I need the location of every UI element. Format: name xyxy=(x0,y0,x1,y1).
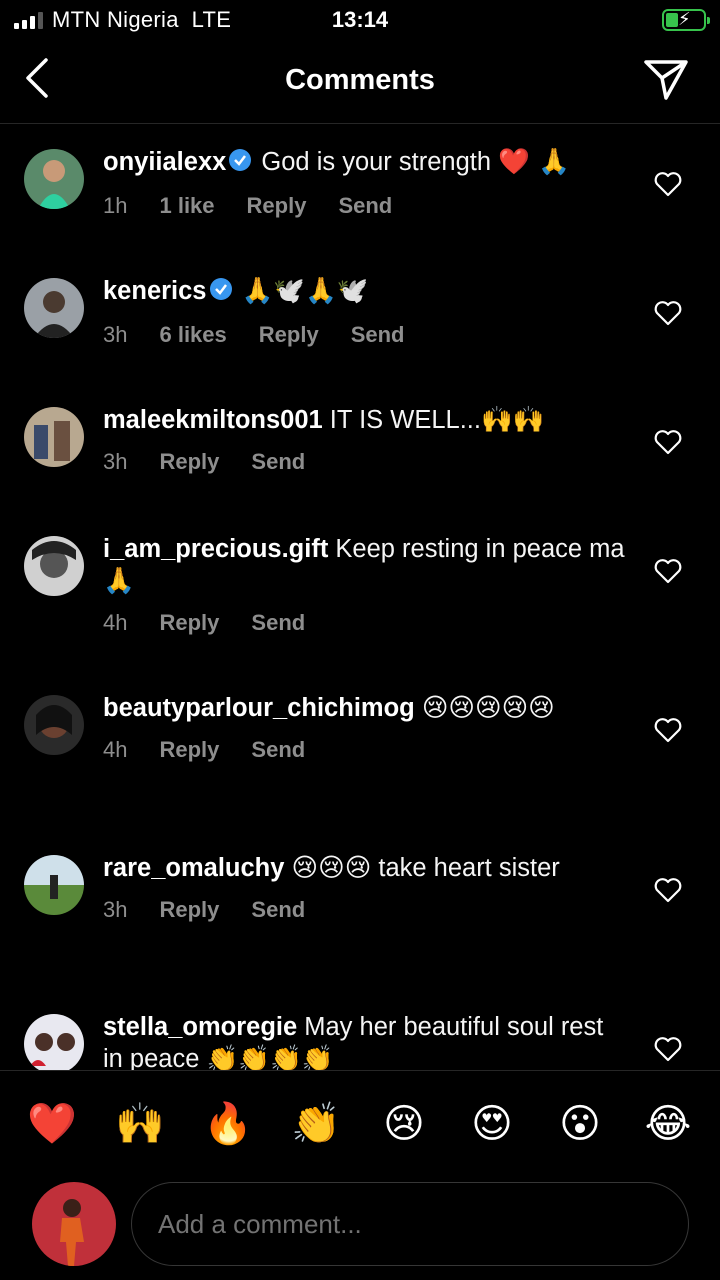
reply-button[interactable]: Reply xyxy=(159,897,219,929)
comment-username[interactable]: maleekmiltons001 xyxy=(103,406,323,434)
comment-text: stella_omoregie May her beautiful soul r… xyxy=(103,990,625,1070)
comment-item: onyiialexx God is your strength ❤️ 🙏 1h … xyxy=(0,125,720,254)
comment-body xyxy=(235,277,242,305)
heart-icon[interactable] xyxy=(654,558,682,584)
comment-body: God is your strength xyxy=(254,148,499,176)
emoji-fire-button[interactable]: 🔥 xyxy=(203,1099,253,1149)
comment-text: beautyparlour_chichimog 😢😢😢😢😢 xyxy=(103,671,625,724)
quick-emoji-bar: ❤️ 🙌 🔥 👏 😢 😍 😮 😂 xyxy=(0,1070,720,1176)
send-button[interactable]: Send xyxy=(338,193,392,225)
comment-body-tail: take heart sister xyxy=(371,854,560,882)
comment-username[interactable]: i_am_precious.gift xyxy=(103,535,328,563)
reply-button[interactable]: Reply xyxy=(159,610,219,642)
avatar[interactable] xyxy=(24,855,84,915)
emoji-clap-button[interactable]: 👏 xyxy=(291,1099,341,1149)
status-bar: MTN Nigeria LTE 13:14 ⚡ xyxy=(0,0,720,40)
comment-likes[interactable]: 6 likes xyxy=(159,322,226,354)
comment-emoji: 😢😢😢😢😢 xyxy=(421,693,555,723)
emoji-crying-button[interactable]: 😢 xyxy=(379,1099,429,1149)
comment-username[interactable]: stella_omoregie xyxy=(103,1013,297,1041)
emoji-heart-button[interactable]: ❤️ xyxy=(27,1099,77,1149)
comment-username[interactable]: beautyparlour_chichimog xyxy=(103,694,415,722)
comment-meta: 3h 6 likes Reply Send xyxy=(103,322,625,354)
comment-text: rare_omaluchy 😢😢😢 take heart sister xyxy=(103,831,625,884)
comment-text: onyiialexx God is your strength ❤️ 🙏 xyxy=(103,125,625,180)
send-button[interactable]: Send xyxy=(251,610,305,642)
comment-text: kenerics 🙏🕊️🙏🕊️ xyxy=(103,254,625,309)
paper-plane-icon[interactable] xyxy=(640,56,692,104)
comment-meta: 4h Reply Send xyxy=(103,610,625,642)
comment-time: 1h xyxy=(103,193,128,218)
comment-username[interactable]: rare_omaluchy xyxy=(103,854,284,882)
avatar[interactable] xyxy=(24,149,84,209)
verified-badge-icon xyxy=(209,277,233,309)
comment-body xyxy=(415,694,422,722)
comment-time: 3h xyxy=(103,897,128,922)
comment-meta: 3h Reply Send xyxy=(103,449,625,481)
comment-username[interactable]: kenerics xyxy=(103,277,207,305)
heart-icon[interactable] xyxy=(654,877,682,903)
emoji-raised-hands-button[interactable]: 🙌 xyxy=(115,1099,165,1149)
comment-time: 3h xyxy=(103,449,128,474)
comment-item: beautyparlour_chichimog 😢😢😢😢😢 4h Reply S… xyxy=(0,671,720,831)
comment-body: Keep resting in peace ma xyxy=(328,535,625,563)
comment-body xyxy=(284,854,291,882)
comment-input[interactable] xyxy=(131,1182,689,1266)
comment-likes[interactable]: 1 like xyxy=(159,193,214,225)
reply-button[interactable]: Reply xyxy=(159,449,219,481)
emoji-laughing-button[interactable]: 😂 xyxy=(643,1099,693,1149)
send-button[interactable]: Send xyxy=(251,449,305,481)
nav-header: Comments xyxy=(0,40,720,124)
avatar[interactable] xyxy=(32,1182,116,1266)
comment-emoji: 🙌🙌 xyxy=(480,405,545,435)
comments-list[interactable]: onyiialexx God is your strength ❤️ 🙏 1h … xyxy=(0,125,720,1070)
comment-meta: 4h Reply Send xyxy=(103,737,625,769)
comment-emoji: 🙏 xyxy=(103,566,135,596)
comment-emoji: ❤️ 🙏 xyxy=(498,147,570,177)
emoji-surprised-button[interactable]: 😮 xyxy=(555,1099,605,1149)
comment-text: maleekmiltons001 IT IS WELL...🙌🙌 xyxy=(103,383,625,436)
send-button[interactable]: Send xyxy=(251,897,305,929)
comment-time: 4h xyxy=(103,737,128,762)
avatar[interactable] xyxy=(24,407,84,467)
reply-button[interactable]: Reply xyxy=(247,193,307,225)
comment-item: i_am_precious.gift Keep resting in peace… xyxy=(0,512,720,671)
avatar[interactable] xyxy=(24,278,84,338)
heart-icon[interactable] xyxy=(654,717,682,743)
avatar[interactable] xyxy=(24,536,84,596)
comment-time: 3h xyxy=(103,322,128,347)
heart-icon[interactable] xyxy=(654,171,682,197)
comment-username[interactable]: onyiialexx xyxy=(103,148,226,176)
comment-emoji: 😢😢😢 xyxy=(291,853,372,883)
avatar[interactable] xyxy=(24,1014,84,1070)
comment-item: rare_omaluchy 😢😢😢 take heart sister 3h R… xyxy=(0,831,720,990)
comment-body: IT IS WELL... xyxy=(322,406,481,434)
avatar[interactable] xyxy=(24,695,84,755)
comment-meta: 3h Reply Send xyxy=(103,897,625,929)
reply-button[interactable]: Reply xyxy=(159,737,219,769)
send-button[interactable]: Send xyxy=(251,737,305,769)
send-button[interactable]: Send xyxy=(351,322,405,354)
comment-emoji: 👏👏👏👏 xyxy=(206,1044,334,1070)
comment-text: i_am_precious.gift Keep resting in peace… xyxy=(103,512,625,597)
page-title: Comments xyxy=(285,64,435,96)
comment-item: kenerics 🙏🕊️🙏🕊️ 3h 6 likes Reply Send xyxy=(0,254,720,383)
verified-badge-icon xyxy=(228,148,252,180)
heart-icon[interactable] xyxy=(654,429,682,455)
comment-composer xyxy=(0,1176,720,1280)
heart-icon[interactable] xyxy=(654,1036,682,1062)
comment-time: 4h xyxy=(103,610,128,635)
comment-item: maleekmiltons001 IT IS WELL...🙌🙌 3h Repl… xyxy=(0,383,720,512)
emoji-heart-eyes-button[interactable]: 😍 xyxy=(467,1099,517,1149)
comment-item: stella_omoregie May her beautiful soul r… xyxy=(0,990,720,1070)
battery-charging-icon: ⚡ xyxy=(662,9,710,31)
heart-icon[interactable] xyxy=(654,300,682,326)
status-time: 13:14 xyxy=(331,7,389,32)
comment-meta: 1h 1 like Reply Send xyxy=(103,193,625,225)
reply-button[interactable]: Reply xyxy=(259,322,319,354)
comment-emoji: 🙏🕊️🙏🕊️ xyxy=(241,276,369,306)
